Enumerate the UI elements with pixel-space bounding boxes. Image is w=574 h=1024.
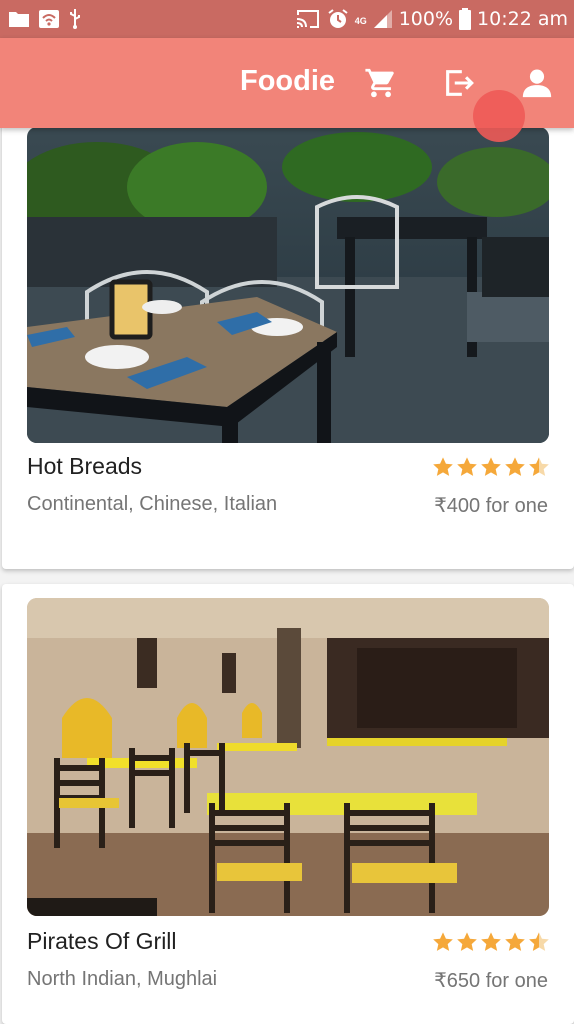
restaurant-price: ₹650 for one bbox=[434, 970, 548, 992]
restaurant-name: Pirates Of Grill bbox=[27, 928, 177, 954]
restaurant-cuisines: Continental, Chinese, Italian bbox=[27, 493, 278, 515]
rating-stars bbox=[432, 931, 550, 953]
app-title: Foodie bbox=[240, 65, 336, 97]
restaurant-interior-photo bbox=[27, 598, 549, 916]
star-half-icon bbox=[529, 932, 549, 951]
restaurant-image bbox=[27, 598, 549, 916]
restaurant-price: ₹400 for one bbox=[434, 495, 548, 517]
restaurant-name: Hot Breads bbox=[27, 453, 143, 479]
restaurant-card[interactable]: Hot Breads Continental, Chinese, Italian… bbox=[2, 100, 574, 569]
star-full-icon bbox=[505, 932, 525, 951]
star-full-icon bbox=[481, 932, 501, 951]
star-full-icon bbox=[433, 932, 453, 951]
rooftop-restaurant-photo bbox=[27, 127, 549, 443]
star-full-icon bbox=[457, 932, 477, 951]
star-full-icon bbox=[505, 457, 525, 476]
restaurant-image bbox=[27, 127, 549, 443]
touch-ripple bbox=[473, 90, 525, 142]
star-full-icon bbox=[457, 457, 477, 476]
star-full-icon bbox=[481, 457, 501, 476]
app-bar: Foodie bbox=[0, 38, 574, 142]
restaurant-card[interactable]: Pirates Of Grill North Indian, Mughlai ₹… bbox=[2, 584, 574, 1024]
star-half-icon bbox=[529, 457, 549, 476]
restaurant-list: Hot Breads Continental, Chinese, Italian… bbox=[0, 0, 574, 1024]
restaurant-cuisines: North Indian, Mughlai bbox=[27, 968, 218, 990]
logout-icon[interactable] bbox=[442, 66, 476, 100]
account-icon[interactable] bbox=[520, 66, 554, 100]
rating-stars bbox=[432, 456, 550, 478]
star-full-icon bbox=[433, 457, 453, 476]
cart-icon[interactable] bbox=[364, 66, 398, 100]
